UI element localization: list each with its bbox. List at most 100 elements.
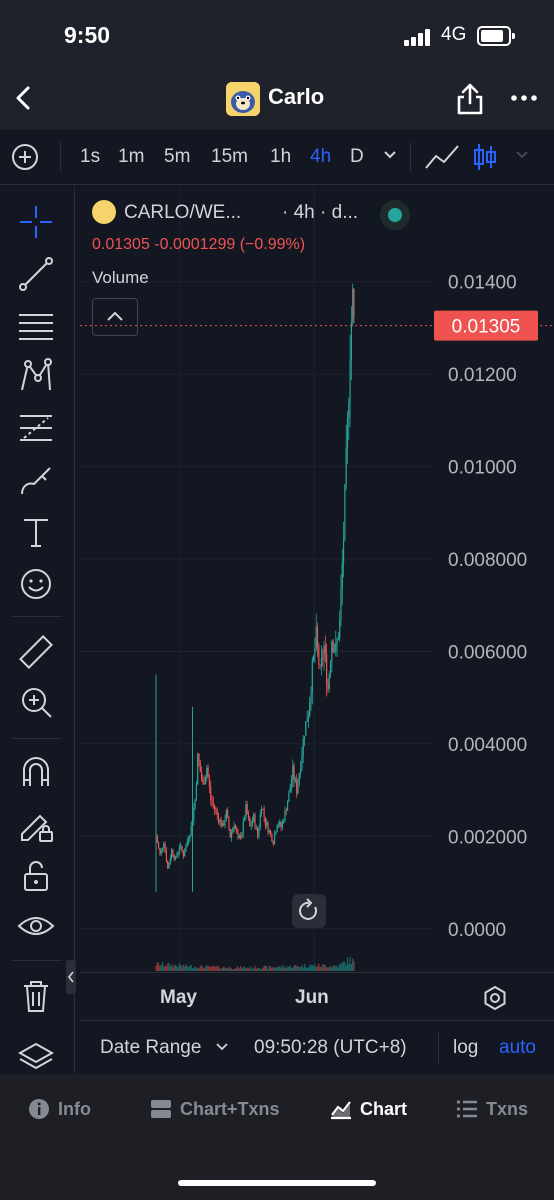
candle bbox=[276, 825, 278, 832]
y-tick-label: 0.01200 bbox=[448, 365, 517, 386]
volume-bar bbox=[223, 966, 225, 971]
crosshair-icon[interactable] bbox=[16, 202, 56, 242]
chart-canvas[interactable]: 0.01400 0.01200 0.01000 0.008000 0.006000 0.0… bbox=[80, 186, 554, 972]
interval-15m[interactable]: 15m bbox=[211, 146, 248, 168]
tab-info[interactable]: Info bbox=[28, 1098, 108, 1122]
auto-scale-toggle[interactable]: auto bbox=[499, 1037, 536, 1059]
volume-bar bbox=[182, 964, 184, 971]
volume-bar bbox=[206, 965, 208, 971]
ruler-icon[interactable] bbox=[16, 632, 56, 672]
volume-bar bbox=[202, 967, 204, 971]
brush-icon[interactable] bbox=[16, 460, 56, 500]
volume-bar bbox=[329, 965, 332, 971]
text-icon[interactable] bbox=[16, 512, 56, 552]
volume-bar bbox=[302, 967, 304, 971]
volume-bar bbox=[268, 965, 270, 971]
volume-bar bbox=[344, 961, 346, 971]
candle bbox=[219, 819, 221, 822]
candle bbox=[194, 799, 196, 809]
back-icon[interactable] bbox=[10, 84, 38, 112]
candle bbox=[180, 845, 182, 848]
volume-bar bbox=[165, 966, 168, 971]
candle bbox=[289, 787, 291, 793]
log-scale-toggle[interactable]: log bbox=[453, 1037, 478, 1059]
fib-retracement-icon[interactable] bbox=[16, 408, 56, 448]
candle bbox=[161, 847, 164, 850]
candle bbox=[267, 822, 269, 833]
volume-bar bbox=[214, 966, 216, 971]
interval-1s[interactable]: 1s bbox=[80, 146, 100, 168]
unlock-icon[interactable] bbox=[16, 856, 56, 896]
nav-bar: Carlo bbox=[0, 70, 554, 130]
date-range-button[interactable]: Date Range bbox=[100, 1037, 201, 1059]
chevron-down-icon[interactable] bbox=[216, 1043, 228, 1051]
toolbar-collapse-handle[interactable] bbox=[66, 960, 76, 994]
pattern-icon[interactable] bbox=[16, 356, 56, 396]
volume-bar bbox=[348, 963, 350, 971]
price-chart[interactable]: 0.01400 0.01200 0.01000 0.008000 0.006000 0.0… bbox=[80, 186, 554, 972]
timezone-clock[interactable]: 09:50:28 (UTC+8) bbox=[254, 1037, 407, 1059]
interval-1d[interactable]: D bbox=[350, 146, 364, 168]
tab-txns[interactable]: Txns bbox=[456, 1098, 536, 1122]
trend-line-icon[interactable] bbox=[16, 254, 56, 294]
reset-chart-button[interactable] bbox=[292, 894, 326, 928]
candle bbox=[309, 702, 311, 717]
candle bbox=[238, 835, 240, 839]
candle bbox=[311, 660, 313, 694]
interval-4h[interactable]: 4h bbox=[310, 146, 331, 168]
line-chart-icon[interactable] bbox=[424, 142, 460, 172]
chevron-down-icon[interactable] bbox=[515, 150, 529, 160]
candle bbox=[346, 418, 349, 448]
share-icon[interactable] bbox=[454, 82, 486, 116]
interval-1h[interactable]: 1h bbox=[270, 146, 291, 168]
volume-bar bbox=[272, 966, 274, 971]
live-status-icon bbox=[380, 200, 410, 230]
legend-pair: CARLO/WE... bbox=[124, 202, 242, 223]
volume-bar bbox=[164, 965, 166, 971]
more-icon[interactable] bbox=[510, 88, 538, 108]
candle bbox=[253, 814, 255, 822]
candle bbox=[255, 827, 257, 829]
interval-1m[interactable]: 1m bbox=[118, 146, 144, 168]
visibility-icon[interactable] bbox=[16, 906, 56, 946]
volume-bar bbox=[342, 961, 345, 971]
candle bbox=[257, 827, 259, 837]
time-axis[interactable]: May Jun bbox=[80, 972, 554, 1021]
candle bbox=[337, 638, 339, 640]
candle bbox=[316, 626, 319, 647]
layers-icon[interactable] bbox=[16, 1038, 56, 1078]
volume-bar bbox=[310, 964, 312, 971]
magnet-icon[interactable] bbox=[16, 752, 56, 792]
candle bbox=[331, 641, 333, 663]
tab-chart[interactable]: Chart bbox=[330, 1098, 420, 1122]
status-bar: 9:50 4G bbox=[0, 0, 554, 70]
y-tick-label: 0.002000 bbox=[448, 827, 527, 848]
volume-bar bbox=[234, 968, 237, 971]
candle bbox=[202, 779, 204, 783]
horizontal-lines-icon[interactable] bbox=[16, 306, 56, 346]
candle bbox=[230, 832, 233, 838]
candle bbox=[281, 821, 283, 828]
chart-settings-icon[interactable] bbox=[482, 985, 508, 1011]
list-icon bbox=[456, 1100, 477, 1118]
y-tick-label: 0.004000 bbox=[448, 735, 527, 756]
candlestick-icon[interactable] bbox=[472, 142, 498, 172]
add-indicator-icon[interactable] bbox=[10, 142, 40, 172]
interval-5m[interactable]: 5m bbox=[164, 146, 190, 168]
volume-bar bbox=[181, 966, 183, 971]
candle bbox=[221, 823, 224, 827]
candle bbox=[275, 831, 277, 835]
volume-bar bbox=[276, 967, 278, 971]
trash-icon[interactable] bbox=[16, 976, 56, 1016]
volume-bar bbox=[245, 967, 247, 971]
candle bbox=[228, 817, 230, 829]
collapse-legend-button[interactable] bbox=[92, 298, 138, 336]
chevron-down-icon[interactable] bbox=[383, 150, 397, 160]
lock-drawing-icon[interactable] bbox=[16, 804, 56, 844]
candle bbox=[270, 830, 272, 835]
candle bbox=[268, 830, 270, 833]
zoom-in-icon[interactable] bbox=[16, 682, 56, 722]
tab-chart-txns[interactable]: Chart+Txns bbox=[150, 1098, 290, 1122]
candle bbox=[335, 643, 337, 651]
emoji-icon[interactable] bbox=[16, 564, 56, 604]
